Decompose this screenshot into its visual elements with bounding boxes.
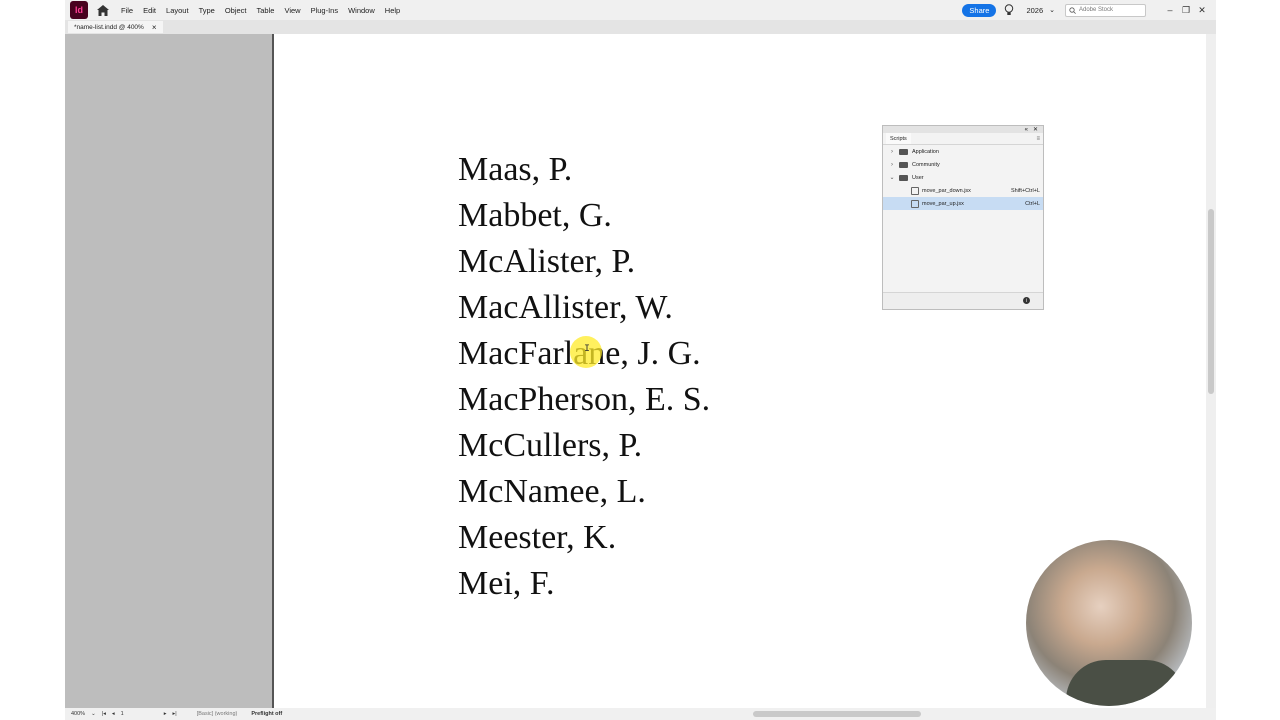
menu-edit[interactable]: Edit bbox=[143, 6, 156, 15]
pasteboard bbox=[65, 34, 273, 708]
script-shortcut: Ctrl+L bbox=[1025, 200, 1040, 207]
name-line: Maas, P. bbox=[458, 151, 573, 188]
name-line: MacPherson, E. S. bbox=[458, 381, 711, 418]
text-cursor-icon: I bbox=[584, 344, 591, 355]
close-window-icon[interactable]: ✕ bbox=[1194, 5, 1210, 16]
menu-help[interactable]: Help bbox=[385, 6, 400, 15]
webcam-presenter-image bbox=[1026, 540, 1192, 706]
preflight-profile[interactable]: [Basic] (working) bbox=[197, 711, 238, 717]
menu-type[interactable]: Type bbox=[199, 6, 215, 15]
preflight-status[interactable]: Preflight off bbox=[251, 711, 282, 717]
menu-bar: Id File Edit Layout Type Object Table Vi… bbox=[65, 0, 1216, 20]
name-line: Mabbet, G. bbox=[458, 197, 612, 234]
info-icon[interactable]: i bbox=[1023, 297, 1030, 304]
minimize-icon[interactable]: – bbox=[1162, 5, 1178, 15]
name-line: McAlister, P. bbox=[458, 243, 636, 280]
folder-icon bbox=[899, 174, 908, 181]
chevron-down-icon[interactable]: ⌄ bbox=[888, 174, 896, 181]
zoom-level[interactable]: 400% bbox=[71, 711, 85, 717]
folder-row-community[interactable]: › Community bbox=[883, 158, 1043, 171]
script-name: move_par_up.jsx bbox=[922, 200, 964, 207]
menu-object[interactable]: Object bbox=[225, 6, 247, 15]
next-page-icon[interactable]: ▸ bbox=[164, 711, 167, 717]
document-tab-title: *name-list.indd @ 400% bbox=[74, 23, 144, 31]
script-name: move_par_down.jsx bbox=[922, 187, 971, 194]
share-button[interactable]: Share bbox=[962, 3, 997, 17]
panel-menu-icon[interactable]: ≡ bbox=[1036, 136, 1040, 142]
outside-left bbox=[0, 0, 65, 720]
menu-file[interactable]: File bbox=[121, 6, 133, 15]
stock-search-input[interactable]: Adobe Stock bbox=[1065, 3, 1146, 17]
document-tab-bar: *name-list.indd @ 400% × bbox=[65, 20, 1216, 35]
search-icon bbox=[1069, 6, 1076, 14]
menu-table[interactable]: Table bbox=[257, 6, 275, 15]
script-shortcut: Shift+Ctrl+L bbox=[1010, 187, 1040, 194]
status-bar: 400% ⌄ |◂ ◂ 1 ▸ ▸| [Basic] (working) Pre… bbox=[65, 708, 1216, 720]
chevron-down-icon[interactable]: ⌄ bbox=[91, 711, 96, 717]
folder-row-application[interactable]: › Application bbox=[883, 145, 1043, 158]
panel-tab-row: Scripts ≡ bbox=[883, 133, 1043, 145]
stock-search-placeholder: Adobe Stock bbox=[1079, 7, 1114, 13]
restore-icon[interactable]: ❐ bbox=[1178, 5, 1194, 16]
outside-right bbox=[1216, 0, 1280, 720]
last-page-icon[interactable]: ▸| bbox=[172, 711, 176, 717]
name-line: Meester, K. bbox=[458, 519, 617, 556]
panel-header[interactable]: « ✕ bbox=[883, 126, 1043, 133]
name-line: McNamee, L. bbox=[458, 473, 646, 510]
indesign-logo-icon: Id bbox=[70, 1, 88, 19]
collapse-panel-icon[interactable]: « bbox=[1025, 127, 1028, 133]
first-page-icon[interactable]: |◂ bbox=[102, 711, 106, 717]
lightbulb-icon[interactable] bbox=[1004, 4, 1014, 16]
prev-page-icon[interactable]: ◂ bbox=[112, 711, 115, 717]
vertical-scroll-thumb[interactable] bbox=[1208, 209, 1214, 394]
script-row-selected[interactable]: move_par_up.jsx Ctrl+L bbox=[883, 197, 1043, 210]
script-row[interactable]: move_par_down.jsx Shift+Ctrl+L bbox=[883, 184, 1043, 197]
vertical-scrollbar[interactable] bbox=[1206, 34, 1216, 708]
name-line: Mei, F. bbox=[458, 565, 555, 602]
folder-icon bbox=[899, 148, 908, 155]
tab-scripts[interactable]: Scripts bbox=[886, 133, 911, 144]
workspace-switcher[interactable]: 2026 bbox=[1026, 6, 1043, 15]
page-number-field[interactable]: 1 bbox=[121, 711, 124, 717]
document-tab[interactable]: *name-list.indd @ 400% × bbox=[68, 21, 163, 33]
scripts-tab-label: Scripts bbox=[890, 135, 907, 142]
horizontal-scroll-thumb[interactable] bbox=[753, 711, 921, 717]
scripts-panel: « ✕ Scripts ≡ › Application › Community … bbox=[882, 125, 1044, 310]
folder-icon bbox=[899, 161, 908, 168]
folder-label: Community bbox=[912, 161, 940, 168]
script-file-icon bbox=[911, 199, 919, 208]
name-list-text-frame[interactable]: Maas, P. Mabbet, G. McAlister, P. MacAll… bbox=[458, 147, 710, 607]
script-file-icon bbox=[911, 186, 919, 195]
panel-footer: i bbox=[883, 292, 1043, 309]
name-line: MacAllister, W. bbox=[458, 289, 673, 326]
chevron-right-icon[interactable]: › bbox=[888, 149, 896, 155]
menu-window[interactable]: Window bbox=[348, 6, 375, 15]
folder-label: Application bbox=[912, 148, 939, 155]
home-icon[interactable] bbox=[97, 4, 109, 16]
menu-plugins[interactable]: Plug-Ins bbox=[311, 6, 339, 15]
chevron-right-icon[interactable]: › bbox=[888, 162, 896, 168]
close-panel-icon[interactable]: ✕ bbox=[1033, 126, 1038, 133]
menu-view[interactable]: View bbox=[284, 6, 300, 15]
name-line: McCullers, P. bbox=[458, 427, 643, 464]
chevron-down-icon[interactable]: ⌄ bbox=[1049, 6, 1055, 14]
folder-label: User bbox=[912, 174, 924, 181]
presenter-shirt bbox=[1066, 660, 1186, 706]
close-tab-icon[interactable]: × bbox=[152, 23, 157, 32]
menu-layout[interactable]: Layout bbox=[166, 6, 189, 15]
folder-row-user[interactable]: ⌄ User bbox=[883, 171, 1043, 184]
